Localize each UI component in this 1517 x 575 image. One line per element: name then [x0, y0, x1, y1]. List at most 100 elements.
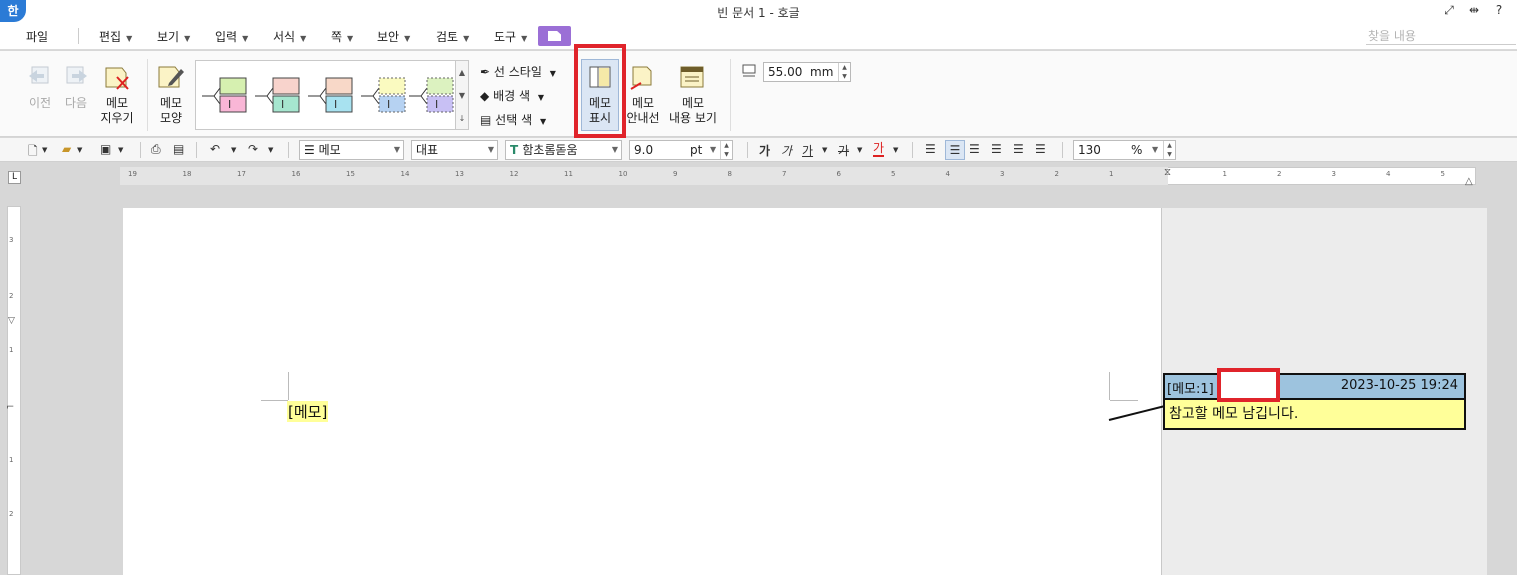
chevron-down-icon[interactable]: ▼ — [231, 146, 236, 154]
chevron-down-icon[interactable]: ▼ — [77, 146, 82, 154]
memo-body-text[interactable]: 참고할 메모 남깁니다. — [1169, 403, 1298, 423]
align-center-icon[interactable]: ☰ — [969, 142, 980, 156]
line-marker-icon[interactable]: ⌐ — [6, 402, 14, 413]
undo-icon[interactable]: ↶ — [210, 142, 220, 156]
menu-insert[interactable]: 입력 ▼ — [215, 28, 248, 45]
align-divide-icon[interactable]: ☰ — [1035, 142, 1046, 156]
memo-width-spinner[interactable]: 55.00 mm ▲ ▼ — [763, 62, 851, 82]
memo-anchor-text[interactable]: [메모] — [287, 401, 329, 422]
memo-content-button[interactable]: 메모 내용 보기 — [668, 96, 718, 126]
window-title: 빈 문서 1 - 호글 — [717, 6, 800, 20]
app-icon[interactable]: 한 — [0, 0, 26, 22]
chevron-down-icon[interactable]: ▼ — [268, 146, 273, 154]
memo-guideline-icon — [629, 65, 655, 91]
memo-style-gallery[interactable]: I I I I I — [195, 60, 457, 130]
ruler-h-number: 11 — [564, 170, 573, 178]
ruler-h-number: 3 — [1000, 170, 1005, 178]
chevron-down-icon[interactable]: ▼ — [822, 146, 827, 154]
memo-balloon[interactable]: [메모:1] 2023-10-25 19:24 참고할 메모 남깁니다. — [1163, 373, 1466, 430]
menu-view[interactable]: 보기 ▼ — [157, 28, 190, 45]
language-select[interactable]: 대표 ▼ — [411, 140, 498, 160]
chevron-down-icon[interactable]: ▼ — [857, 146, 862, 154]
gallery-scrollbar[interactable]: ▲ ▼ ↓ — [455, 60, 469, 130]
format-toolbar: 🗋 ▼ ▰ ▼ ▣ ▼ ⎙ ▤ ↶ ▼ ↷ ▼ ☰ 메모 ▼ 대표 ▼ T 함초롬돋… — [0, 138, 1517, 162]
chevron-down-icon[interactable]: ▼ — [42, 146, 47, 154]
next-memo-button[interactable]: 다음 — [62, 96, 90, 111]
ruler-h-number: 15 — [346, 170, 355, 178]
open-folder-icon[interactable]: ▰ — [62, 142, 71, 156]
search-input[interactable]: 찾을 내용 — [1366, 27, 1516, 45]
gallery-up-icon[interactable]: ▲ — [456, 61, 468, 84]
right-margin-marker-icon[interactable]: △ — [1465, 176, 1473, 187]
delete-memo-button[interactable]: 메모 지우기 — [96, 96, 138, 126]
crop-mark — [1109, 372, 1110, 400]
help-icon[interactable]: ? — [1490, 3, 1508, 17]
preview-icon[interactable]: ▤ — [173, 142, 184, 156]
align-right-icon[interactable]: ☰ — [991, 142, 1002, 156]
select-color-button[interactable]: ▤ 선택 색 ▼ — [480, 111, 546, 128]
prev-memo-button[interactable]: 이전 — [26, 96, 54, 111]
style-select[interactable]: ☰ 메모 ▼ — [299, 140, 404, 160]
spin-arrows-icon[interactable]: ▲ ▼ — [838, 63, 850, 81]
ruler-h-number: 16 — [291, 170, 301, 178]
toolbar-separator — [288, 142, 289, 158]
menu-edit[interactable]: 편집 ▼ — [99, 28, 132, 45]
ruler-h-number: 17 — [237, 170, 246, 178]
hwp-window: 빈 문서 1 - 호글 한 ⤢ ⇹ ? 파일 편집 ▼ 보기 ▼ 입력 ▼ 서식 ▼ 쪽… — [0, 0, 1517, 575]
menu-bar: 파일 편집 ▼ 보기 ▼ 입력 ▼ 서식 ▼ 쪽 ▼ 보안 ▼ 검토 ▼ 도구 ▼ 찾을 내용 — [0, 22, 1517, 50]
memo-style-option[interactable]: I — [202, 74, 248, 116]
menu-page[interactable]: 쪽 ▼ — [331, 28, 353, 45]
document-page[interactable] — [123, 208, 1161, 575]
menu-tools[interactable]: 도구 ▼ — [494, 28, 527, 45]
chevron-down-icon[interactable]: ▼ — [893, 146, 898, 154]
menu-security[interactable]: 보안 ▼ — [377, 28, 410, 45]
memo-author-highlight — [1217, 368, 1280, 402]
bg-color-button[interactable]: ◆ 배경 색 ▼ — [480, 87, 544, 104]
save-icon[interactable]: ▣ — [100, 142, 111, 156]
gallery-down-icon[interactable]: ▼ — [456, 84, 468, 107]
line-style-button[interactable]: ✒ 선 스타일 ▼ — [480, 63, 556, 80]
memo-style-option[interactable]: I — [361, 74, 407, 116]
print-icon[interactable]: ⎙ — [151, 142, 161, 157]
italic-button[interactable]: 가 — [781, 142, 792, 159]
split-view-icon[interactable]: ⇹ — [1465, 3, 1483, 17]
memo-style-option[interactable]: I — [308, 74, 354, 116]
ruler-h-number: 4 — [1386, 170, 1391, 178]
next-memo-icon — [62, 65, 90, 87]
align-left-icon[interactable]: ☰ — [945, 140, 965, 160]
font-color-button[interactable]: 가 — [873, 142, 885, 157]
memo-style-option[interactable]: I — [409, 74, 455, 116]
menu-review[interactable]: 검토 ▼ — [436, 28, 469, 45]
new-doc-icon[interactable]: 🗋 — [28, 142, 38, 163]
strikethrough-button[interactable]: 가 — [838, 142, 849, 159]
title-bar: 빈 문서 1 - 호글 한 ⤢ ⇹ ? — [0, 0, 1517, 22]
ruler-h-number: 5 — [891, 170, 896, 178]
memo-guideline-button[interactable]: 메모 안내선 — [622, 96, 664, 126]
font-size-spinner[interactable]: 9.0 pt ▼ ▲ ▼ — [629, 140, 733, 160]
gallery-more-icon[interactable]: ↓ — [456, 107, 468, 130]
top-margin-marker-icon[interactable]: ▽ — [8, 316, 15, 326]
chevron-down-icon[interactable]: ▼ — [118, 146, 123, 154]
toolbar-separator — [140, 142, 141, 158]
menu-format[interactable]: 서식 ▼ — [273, 28, 306, 45]
ribbon-separator — [147, 59, 148, 131]
ruler-h-number: 12 — [509, 170, 519, 178]
zoom-spinner[interactable]: 130 % ▼ ▲ ▼ — [1073, 140, 1176, 160]
align-distribute-icon[interactable]: ☰ — [1013, 142, 1024, 156]
ruler-h-number: 6 — [836, 170, 841, 178]
font-icon: T — [510, 143, 523, 157]
memo-style-option[interactable]: I — [255, 74, 301, 116]
fullscreen-icon[interactable]: ⤢ — [1440, 3, 1458, 18]
memo-tab[interactable] — [538, 26, 571, 46]
ruler-h-number: 10 — [618, 170, 628, 178]
menu-file[interactable]: 파일 — [26, 28, 48, 45]
redo-icon[interactable]: ↷ — [248, 142, 258, 156]
bold-button[interactable]: 가 — [759, 142, 770, 159]
memo-shape-button[interactable]: 메모 모양 — [150, 96, 192, 126]
indent-marker-icon[interactable]: ⧖ — [1164, 167, 1171, 178]
align-justify-icon[interactable]: ☰ — [925, 142, 936, 156]
vertical-ruler[interactable] — [7, 206, 21, 575]
font-select[interactable]: T 함초롬돋움 ▼ — [505, 140, 622, 160]
ruler-corner[interactable]: L — [8, 171, 21, 184]
underline-button[interactable]: 가 — [802, 142, 813, 159]
